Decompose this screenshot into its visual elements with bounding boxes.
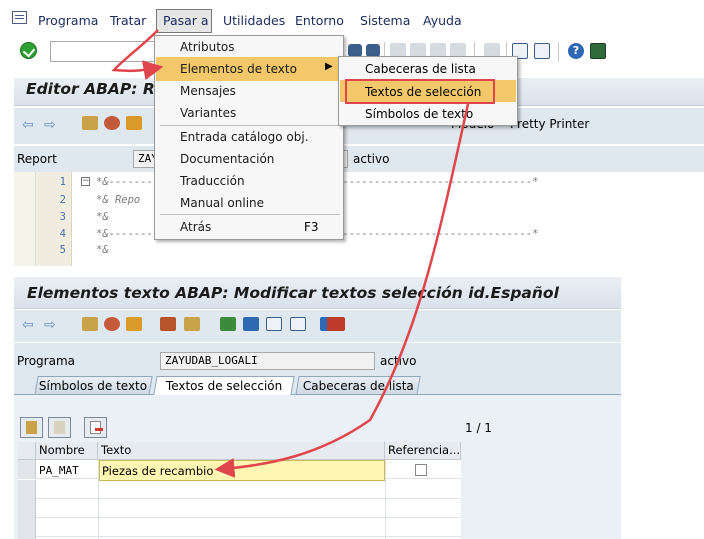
annotation-arrows — [111, 29, 470, 478]
arrow-to-text-field — [214, 103, 470, 478]
arrow-to-elementos — [111, 29, 164, 81]
tab-textos-de-seleccion[interactable]: Textos de selección — [153, 376, 295, 395]
